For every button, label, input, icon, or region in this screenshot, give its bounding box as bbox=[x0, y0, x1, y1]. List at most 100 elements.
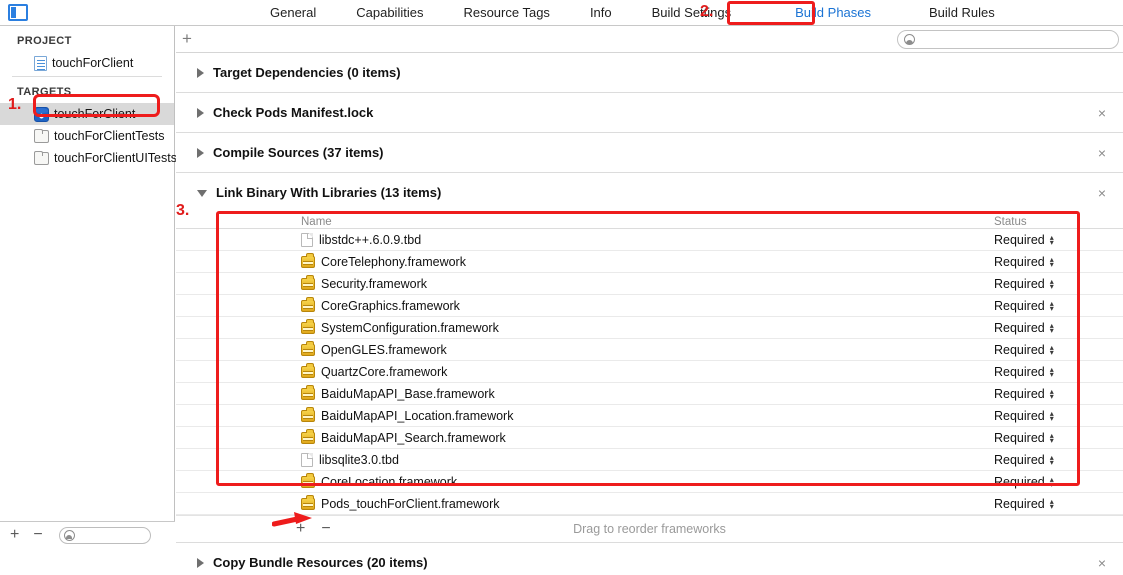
table-row[interactable]: OpenGLES.framework Required ▴ ▾ bbox=[176, 339, 1123, 361]
library-status-cell[interactable]: Required ▴ ▾ bbox=[988, 497, 1123, 511]
sidebar-item-project-touchforclient[interactable]: touchForClient bbox=[0, 52, 174, 74]
library-name-label: libsqlite3.0.tbd bbox=[319, 452, 399, 467]
add-target-button[interactable]: + bbox=[10, 527, 19, 543]
library-name-cell: OpenGLES.framework bbox=[176, 341, 988, 357]
app-target-icon bbox=[34, 106, 49, 122]
sidebar-filter-input[interactable] bbox=[58, 526, 151, 544]
project-group-label: PROJECT bbox=[17, 35, 72, 47]
tab-build-phases[interactable]: Build Phases bbox=[751, 0, 891, 26]
framework-icon bbox=[301, 341, 315, 356]
add-build-phase-button[interactable]: + bbox=[182, 29, 192, 49]
table-row[interactable]: Pods_touchForClient.framework Required ▴ ▾ bbox=[176, 493, 1123, 515]
left-panel-toggle-icon[interactable] bbox=[8, 4, 28, 21]
library-status-cell[interactable]: Required ▴ ▾ bbox=[988, 321, 1123, 335]
disclosure-triangle-icon[interactable] bbox=[197, 107, 204, 118]
library-status-cell[interactable]: Required ▴ ▾ bbox=[988, 343, 1123, 357]
framework-icon bbox=[301, 363, 315, 378]
table-row[interactable]: QuartzCore.framework Required ▴ ▾ bbox=[176, 361, 1123, 383]
remove-phase-button[interactable]: × bbox=[1098, 556, 1106, 570]
table-row[interactable]: CoreLocation.framework Required ▴ ▾ bbox=[176, 471, 1123, 493]
remove-target-button[interactable]: − bbox=[33, 527, 42, 543]
sidebar-item-label: touchForClientTests bbox=[54, 129, 165, 143]
xcode-build-phases-window: General Capabilities Resource Tags Info … bbox=[0, 0, 1123, 575]
library-name-cell: SystemConfiguration.framework bbox=[176, 319, 988, 335]
library-status-cell[interactable]: Required ▴ ▾ bbox=[988, 365, 1123, 379]
libraries-table-header: Name Status bbox=[176, 212, 1123, 229]
status-stepper-icon[interactable]: ▴ ▾ bbox=[1050, 365, 1054, 378]
phase-title: Link Binary With Libraries (13 items) bbox=[216, 185, 442, 200]
build-phase-search-input[interactable] bbox=[897, 30, 1119, 49]
library-name-cell: CoreTelephony.framework bbox=[176, 253, 988, 269]
library-status-cell[interactable]: Required ▴ ▾ bbox=[988, 431, 1123, 445]
targets-group-label: TARGETS bbox=[17, 86, 72, 98]
phase-title: Compile Sources (37 items) bbox=[213, 145, 384, 160]
library-status-cell[interactable]: Required ▴ ▾ bbox=[988, 387, 1123, 401]
tab-build-settings[interactable]: Build Settings bbox=[632, 0, 752, 26]
tab-general[interactable]: General bbox=[250, 0, 336, 26]
sidebar-item-target-touchforclientuitests[interactable]: touchForClientUITests bbox=[0, 147, 177, 169]
table-row[interactable]: CoreGraphics.framework Required ▴ ▾ bbox=[176, 295, 1123, 317]
library-status-label: Required bbox=[994, 474, 1045, 489]
sidebar-item-target-touchforclient[interactable]: touchForClient bbox=[0, 103, 174, 125]
status-stepper-icon[interactable]: ▴ ▾ bbox=[1050, 409, 1054, 422]
tab-capabilities[interactable]: Capabilities bbox=[336, 0, 443, 26]
phase-title: Target Dependencies (0 items) bbox=[213, 65, 401, 80]
phase-copy-bundle-resources[interactable]: Copy Bundle Resources (20 items) × bbox=[176, 543, 1123, 575]
tab-info[interactable]: Info bbox=[570, 0, 632, 26]
library-name-label: QuartzCore.framework bbox=[321, 364, 448, 379]
status-stepper-icon[interactable]: ▴ ▾ bbox=[1050, 343, 1054, 356]
phase-title: Check Pods Manifest.lock bbox=[213, 105, 374, 120]
phase-link-binary-with-libraries[interactable]: Link Binary With Libraries (13 items) × … bbox=[176, 173, 1123, 543]
tab-build-rules[interactable]: Build Rules bbox=[891, 0, 1015, 26]
status-stepper-icon[interactable]: ▴ ▾ bbox=[1050, 233, 1054, 246]
status-stepper-icon[interactable]: ▴ ▾ bbox=[1050, 497, 1054, 510]
disclosure-triangle-icon[interactable] bbox=[197, 190, 207, 197]
table-row[interactable]: BaiduMapAPI_Search.framework Required ▴ ▾ bbox=[176, 427, 1123, 449]
disclosure-triangle-icon[interactable] bbox=[197, 67, 204, 78]
library-status-cell[interactable]: Required ▴ ▾ bbox=[988, 255, 1123, 269]
library-name-cell: BaiduMapAPI_Location.framework bbox=[176, 407, 988, 423]
library-status-cell[interactable]: Required ▴ ▾ bbox=[988, 409, 1123, 423]
library-status-cell[interactable]: Required ▴ ▾ bbox=[988, 233, 1123, 247]
library-name-cell: CoreGraphics.framework bbox=[176, 297, 988, 313]
library-name-cell: QuartzCore.framework bbox=[176, 363, 988, 379]
tab-resource-tags[interactable]: Resource Tags bbox=[443, 0, 569, 26]
table-row[interactable]: Security.framework Required ▴ ▾ bbox=[176, 273, 1123, 295]
phase-check-pods-manifest[interactable]: Check Pods Manifest.lock × bbox=[176, 93, 1123, 133]
library-status-cell[interactable]: Required ▴ ▾ bbox=[988, 299, 1123, 313]
framework-icon bbox=[301, 473, 315, 488]
table-row[interactable]: SystemConfiguration.framework Required ▴ ▾ bbox=[176, 317, 1123, 339]
sidebar-footer-toolbar: + − bbox=[0, 521, 175, 548]
status-stepper-icon[interactable]: ▴ ▾ bbox=[1050, 453, 1054, 466]
library-status-cell[interactable]: Required ▴ ▾ bbox=[988, 475, 1123, 489]
disclosure-triangle-icon[interactable] bbox=[197, 147, 204, 158]
status-stepper-icon[interactable]: ▴ ▾ bbox=[1050, 299, 1054, 312]
status-stepper-icon[interactable]: ▴ ▾ bbox=[1050, 387, 1054, 400]
library-name-label: BaiduMapAPI_Base.framework bbox=[321, 386, 495, 401]
sidebar-item-target-touchforclienttests[interactable]: touchForClientTests bbox=[0, 125, 174, 147]
disclosure-triangle-icon[interactable] bbox=[197, 557, 204, 568]
library-status-label: Required bbox=[994, 276, 1045, 291]
table-row[interactable]: CoreTelephony.framework Required ▴ ▾ bbox=[176, 251, 1123, 273]
library-status-cell[interactable]: Required ▴ ▾ bbox=[988, 277, 1123, 291]
library-status-label: Required bbox=[994, 430, 1045, 445]
status-stepper-icon[interactable]: ▴ ▾ bbox=[1050, 475, 1054, 488]
phase-compile-sources[interactable]: Compile Sources (37 items) × bbox=[176, 133, 1123, 173]
status-stepper-icon[interactable]: ▴ ▾ bbox=[1050, 255, 1054, 268]
status-stepper-icon[interactable]: ▴ ▾ bbox=[1050, 431, 1054, 444]
table-row[interactable]: BaiduMapAPI_Base.framework Required ▴ ▾ bbox=[176, 383, 1123, 405]
table-row[interactable]: BaiduMapAPI_Location.framework Required ▴ ▾ bbox=[176, 405, 1123, 427]
status-stepper-icon[interactable]: ▴ ▾ bbox=[1050, 277, 1054, 290]
remove-phase-button[interactable]: × bbox=[1098, 106, 1106, 120]
library-status-label: Required bbox=[994, 342, 1045, 357]
annotation-marker-2: 2. bbox=[700, 3, 714, 20]
library-status-cell[interactable]: Required ▴ ▾ bbox=[988, 453, 1123, 467]
remove-phase-button[interactable]: × bbox=[1098, 146, 1106, 160]
status-stepper-icon[interactable]: ▴ ▾ bbox=[1050, 321, 1054, 334]
table-row[interactable]: libstdc++.6.0.9.tbd Required ▴ ▾ bbox=[176, 229, 1123, 251]
remove-phase-button[interactable]: × bbox=[1098, 186, 1106, 200]
phase-target-dependencies[interactable]: Target Dependencies (0 items) bbox=[176, 53, 1123, 93]
phase-title: Copy Bundle Resources (20 items) bbox=[213, 555, 428, 570]
red-arrow-icon bbox=[272, 512, 312, 527]
table-row[interactable]: libsqlite3.0.tbd Required ▴ ▾ bbox=[176, 449, 1123, 471]
